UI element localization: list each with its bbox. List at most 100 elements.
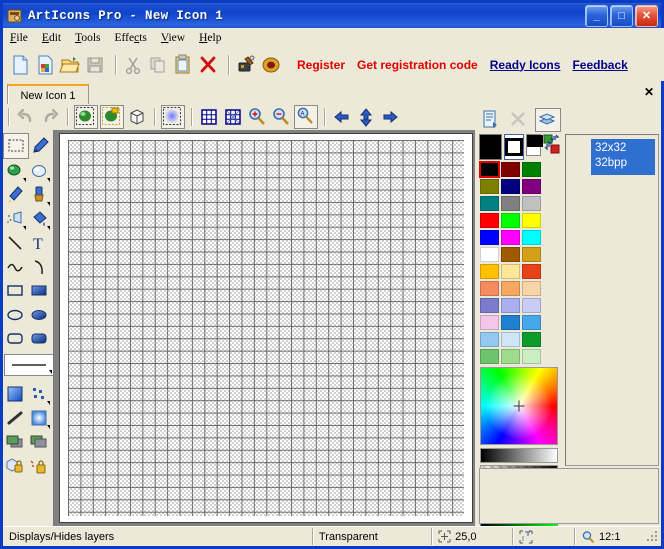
image-normal-icon[interactable]	[74, 105, 98, 129]
cube-3d-icon[interactable]	[126, 106, 148, 128]
palette-color[interactable]	[501, 298, 520, 313]
register-link[interactable]: Register	[297, 58, 345, 72]
arrow-updown-icon[interactable]	[355, 106, 377, 128]
fg-bg-pair-swatch[interactable]	[526, 134, 543, 156]
scatter-tool[interactable]	[27, 382, 51, 406]
palette-color[interactable]	[501, 247, 520, 262]
palette-color[interactable]	[522, 264, 541, 279]
arc-tool[interactable]	[27, 255, 51, 279]
select-rectangle-tool[interactable]	[3, 133, 29, 159]
palette-color[interactable]	[522, 349, 541, 364]
grid-pixel-icon[interactable]	[222, 106, 244, 128]
tab-new-icon-1[interactable]: New Icon 1	[7, 84, 89, 106]
close-button[interactable]: ✕	[635, 4, 658, 27]
palette-color[interactable]	[522, 247, 541, 262]
palette-color[interactable]	[480, 298, 499, 313]
ellipse-outline-tool[interactable]	[3, 303, 27, 327]
palette-color[interactable]	[522, 298, 541, 313]
palette-color[interactable]	[480, 281, 499, 296]
menu-view[interactable]: View	[161, 32, 185, 44]
palette-color[interactable]	[480, 264, 499, 279]
secondary-color-swatch[interactable]	[504, 134, 525, 160]
layer-behind-tool[interactable]	[3, 430, 27, 454]
palette-color[interactable]	[480, 315, 499, 330]
blur-glow-icon[interactable]	[161, 105, 185, 129]
image-list[interactable]: 32x32 32bpp	[565, 134, 659, 466]
primary-color-swatch[interactable]	[479, 134, 503, 160]
rounded-rect-filled-tool[interactable]	[27, 327, 51, 351]
menu-edit[interactable]: Edit	[42, 32, 61, 44]
lock-3d-tool[interactable]	[3, 454, 27, 478]
palette-color[interactable]	[480, 230, 499, 245]
palette-color[interactable]	[522, 281, 541, 296]
rectangle-filled-tool[interactable]	[27, 279, 51, 303]
rounded-rect-outline-tool[interactable]	[3, 327, 27, 351]
add-image-icon[interactable]	[479, 109, 503, 131]
swap-colors-icon[interactable]	[543, 134, 561, 156]
arrow-left-icon[interactable]	[331, 106, 353, 128]
arrow-right-icon[interactable]	[379, 106, 401, 128]
catalog-icon[interactable]	[260, 53, 282, 77]
open-folder-icon[interactable]	[59, 53, 81, 77]
line-width-selector[interactable]	[4, 354, 54, 376]
pencil-tool[interactable]	[29, 133, 53, 157]
palette-color[interactable]	[480, 349, 499, 364]
menu-tools[interactable]: Tools	[75, 32, 100, 44]
palette-color[interactable]	[522, 213, 541, 228]
maximize-button[interactable]: □	[610, 4, 633, 27]
ellipse-filled-tool[interactable]	[27, 303, 51, 327]
eraser-tool[interactable]	[3, 159, 27, 183]
layers-icon[interactable]	[535, 108, 561, 132]
menu-effects[interactable]: Effects	[114, 32, 146, 44]
menu-file[interactable]: File	[10, 32, 28, 44]
icon-canvas[interactable]	[68, 140, 464, 516]
zoom-actual-icon[interactable]: A	[294, 105, 318, 129]
text-tool[interactable]: T	[27, 231, 51, 255]
palette-color[interactable]	[480, 179, 499, 194]
palette-color[interactable]	[501, 315, 520, 330]
palette-color[interactable]	[501, 332, 520, 347]
glow-tool[interactable]	[27, 406, 51, 430]
zoom-out-icon[interactable]	[270, 106, 292, 128]
fill-bucket-tool[interactable]	[27, 207, 51, 231]
palette-color[interactable]	[501, 230, 520, 245]
palette-color[interactable]	[480, 196, 499, 211]
airbrush-tool[interactable]	[3, 207, 27, 231]
delete-icon[interactable]	[197, 53, 219, 77]
image-list-item[interactable]: 32x32 32bpp	[591, 139, 655, 175]
color-eraser-tool[interactable]	[27, 159, 51, 183]
rectangle-outline-tool[interactable]	[3, 279, 27, 303]
image-selected-icon[interactable]	[100, 105, 124, 129]
palette-color[interactable]	[501, 196, 520, 211]
palette-color[interactable]	[501, 179, 520, 194]
close-tab-button[interactable]: ✕	[644, 85, 654, 99]
brush-tool[interactable]	[27, 183, 51, 207]
feedback-link[interactable]: Feedback	[572, 58, 627, 72]
hue-saturation-picker[interactable]	[480, 367, 558, 445]
palette-color[interactable]	[480, 213, 499, 228]
ready-icons-link[interactable]: Ready Icons	[490, 58, 561, 72]
palette-color[interactable]	[501, 264, 520, 279]
palette-color[interactable]	[501, 162, 520, 177]
zoom-in-icon[interactable]	[246, 106, 268, 128]
marker-tool[interactable]	[3, 183, 27, 207]
gradient-square-tool[interactable]	[3, 382, 27, 406]
get-registration-code-link[interactable]: Get registration code	[357, 58, 478, 72]
palette-color[interactable]	[501, 281, 520, 296]
new-image-icon[interactable]	[34, 53, 56, 77]
canvas-scroll-area[interactable]	[53, 130, 476, 528]
extract-icon[interactable]	[235, 53, 257, 77]
new-icon-icon[interactable]	[9, 53, 31, 77]
smooth-line-tool[interactable]	[3, 406, 27, 430]
palette-color[interactable]	[522, 179, 541, 194]
palette-color[interactable]	[501, 349, 520, 364]
palette-color[interactable]	[501, 213, 520, 228]
brightness-slider[interactable]	[480, 448, 558, 463]
palette-color[interactable]	[522, 332, 541, 347]
palette-color[interactable]	[480, 247, 499, 262]
palette-color[interactable]	[480, 332, 499, 347]
minimize-button[interactable]: _	[585, 4, 608, 27]
menu-help[interactable]: Help	[199, 32, 221, 44]
grid-icon[interactable]	[198, 106, 220, 128]
curve-tool[interactable]	[3, 255, 27, 279]
